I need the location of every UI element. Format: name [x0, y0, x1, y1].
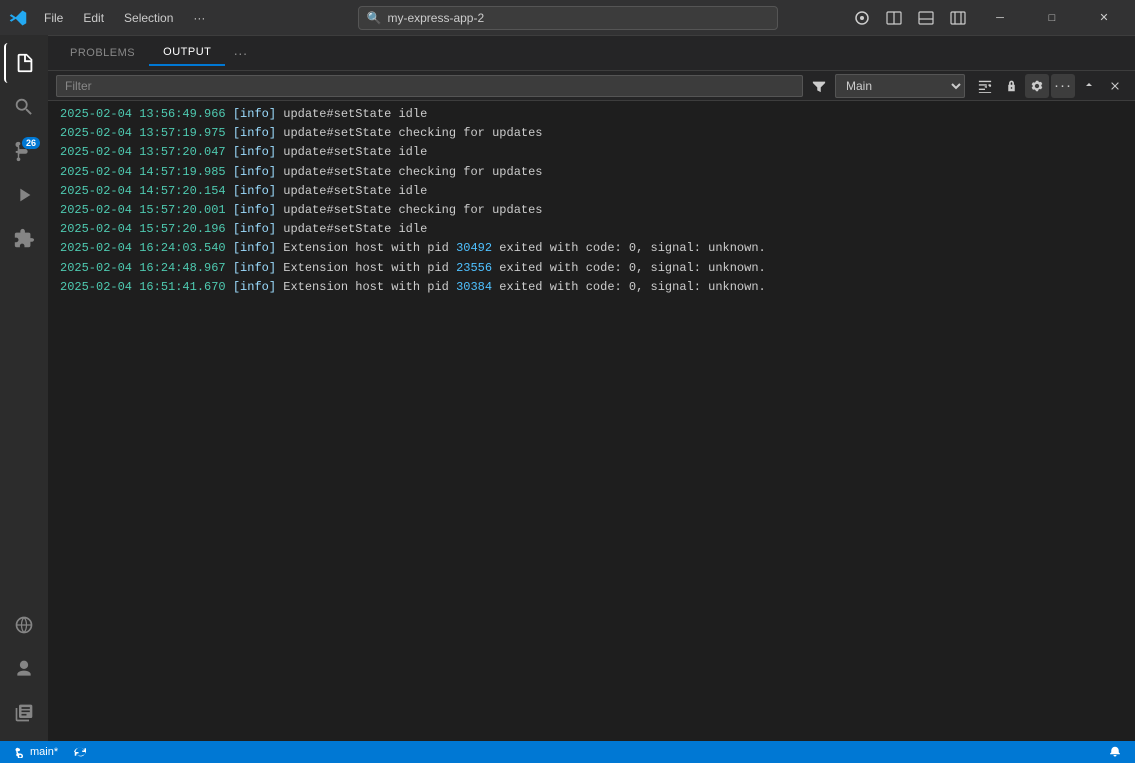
- log-line: 2025-02-04 15:57:20.001 [info] update#se…: [48, 201, 1135, 220]
- statusbar-right: [1103, 746, 1127, 758]
- search-icon: 🔍: [367, 11, 382, 25]
- sidebar-item-extensions[interactable]: [4, 219, 44, 259]
- log-line: 2025-02-04 16:24:48.967 [info] Extension…: [48, 259, 1135, 278]
- titlebar: File Edit Selection ··· 🔍 my-express-app…: [0, 0, 1135, 35]
- filter-icon-btn[interactable]: [807, 74, 831, 98]
- more-actions-btn[interactable]: ···: [1051, 74, 1075, 98]
- panel: PROBLEMS OUTPUT ··· Main: [48, 35, 1135, 741]
- source-select[interactable]: Main: [835, 74, 965, 98]
- panel-expand-btn[interactable]: [1077, 74, 1101, 98]
- menu-selection[interactable]: Selection: [116, 7, 181, 29]
- activitybar-bottom: [4, 605, 44, 741]
- activitybar: 26: [0, 35, 48, 741]
- titlebar-right: ─ □ ✕: [849, 0, 1127, 35]
- search-app-name: my-express-app-2: [387, 11, 484, 25]
- sidebar-item-source-control[interactable]: 26: [4, 131, 44, 171]
- output-content[interactable]: 2025-02-04 13:56:49.966 [info] update#se…: [48, 101, 1135, 741]
- filter-input[interactable]: [56, 75, 803, 97]
- sidebar-item-search[interactable]: [4, 87, 44, 127]
- search-bar[interactable]: 🔍 my-express-app-2: [358, 6, 778, 30]
- sidebar-item-explorer[interactable]: [4, 43, 44, 83]
- wrap-lines-btn[interactable]: [973, 74, 997, 98]
- sidebar-item-remote[interactable]: [4, 605, 44, 645]
- tab-problems[interactable]: PROBLEMS: [56, 41, 149, 65]
- panel-actions: ···: [973, 74, 1127, 98]
- log-line: 2025-02-04 14:57:19.985 [info] update#se…: [48, 163, 1135, 182]
- sidebar-item-run-debug[interactable]: [4, 175, 44, 215]
- branch-name: main*: [30, 746, 58, 758]
- panel-toolbar: Main: [48, 71, 1135, 101]
- tab-output[interactable]: OUTPUT: [149, 40, 225, 66]
- sidebar-item-library[interactable]: [4, 693, 44, 733]
- settings-btn[interactable]: [1025, 74, 1049, 98]
- log-line: 2025-02-04 13:57:19.975 [info] update#se…: [48, 124, 1135, 143]
- log-line: 2025-02-04 13:57:20.047 [info] update#se…: [48, 143, 1135, 162]
- log-line: 2025-02-04 16:24:03.540 [info] Extension…: [48, 239, 1135, 258]
- main-layout: 26: [0, 35, 1135, 741]
- sidebar-item-account[interactable]: [4, 649, 44, 689]
- layout-icon[interactable]: [881, 8, 907, 28]
- panel-close-btn[interactable]: [1103, 74, 1127, 98]
- menu-more[interactable]: ···: [185, 7, 213, 29]
- log-line: 2025-02-04 13:56:49.966 [info] update#se…: [48, 105, 1135, 124]
- maximize-button[interactable]: □: [1029, 0, 1075, 35]
- panel-tabs: PROBLEMS OUTPUT ···: [48, 36, 1135, 71]
- menu-file[interactable]: File: [36, 7, 71, 29]
- log-line: 2025-02-04 15:57:20.196 [info] update#se…: [48, 220, 1135, 239]
- editor-area: PROBLEMS OUTPUT ··· Main: [48, 35, 1135, 741]
- status-branch[interactable]: main*: [8, 741, 64, 763]
- menu-edit[interactable]: Edit: [75, 7, 112, 29]
- minimize-button[interactable]: ─: [977, 0, 1023, 35]
- status-notifications[interactable]: [1103, 746, 1127, 758]
- log-line: 2025-02-04 16:51:41.670 [info] Extension…: [48, 278, 1135, 297]
- close-button[interactable]: ✕: [1081, 0, 1127, 35]
- copilot-icon[interactable]: [849, 8, 875, 28]
- lock-btn[interactable]: [999, 74, 1023, 98]
- sidebar-layout-icon[interactable]: [945, 8, 971, 28]
- app-logo: [8, 8, 28, 28]
- log-line: 2025-02-04 14:57:20.154 [info] update#se…: [48, 182, 1135, 201]
- panel-tab-more[interactable]: ···: [225, 39, 255, 67]
- statusbar: main*: [0, 741, 1135, 763]
- status-sync[interactable]: [68, 741, 92, 763]
- source-control-badge: 26: [22, 137, 40, 149]
- panel-layout-icon[interactable]: [913, 8, 939, 28]
